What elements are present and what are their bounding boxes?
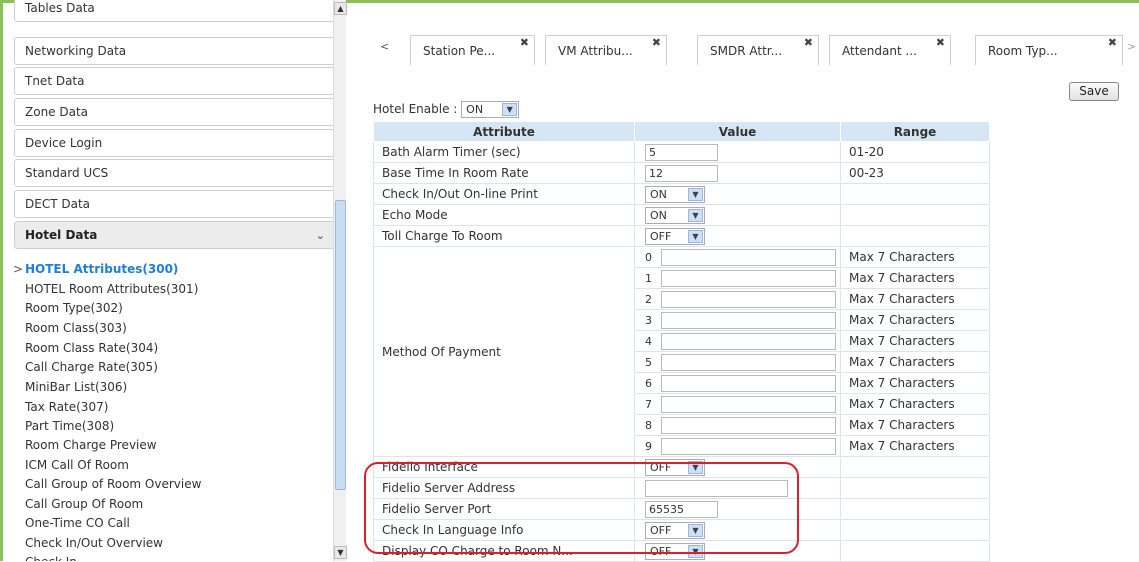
echo-mode-select[interactable]: ON ▼	[645, 206, 705, 224]
tab-prev-icon[interactable]: <	[380, 40, 389, 53]
range-label: 00-23	[840, 162, 990, 184]
chevron-down-icon: ▼	[502, 103, 518, 116]
table-row: Toll Charge To Room OFF ▼	[373, 225, 990, 247]
table-row: Method Of Payment 0 Max 7 Characters	[373, 246, 990, 457]
tab-attendant[interactable]: Attendant ... ✖	[829, 35, 951, 65]
fidelio-highlight-outline	[364, 462, 799, 554]
bath-alarm-input[interactable]: 5	[645, 143, 718, 161]
header-value: Value	[634, 121, 841, 142]
range-label: Max 7 Characters	[840, 288, 990, 310]
sub-item[interactable]: Call Group of Room Overview	[25, 474, 201, 494]
range-label: Max 7 Characters	[840, 267, 990, 289]
close-icon[interactable]: ✖	[652, 36, 661, 58]
table-row: Check In/Out On-line Print ON ▼	[373, 183, 990, 205]
scroll-up-icon[interactable]: ▲	[334, 2, 347, 15]
close-icon[interactable]: ✖	[804, 36, 813, 58]
chevron-right-icon: >	[13, 262, 24, 276]
table-row: Bath Alarm Timer (sec) 5 01-20	[373, 141, 990, 163]
sidebar-item-zone-data[interactable]: Zone Data	[14, 98, 333, 126]
sub-item[interactable]: Room Type(302)	[25, 298, 123, 318]
scroll-down-icon[interactable]: ▼	[334, 546, 347, 559]
payment-input[interactable]	[661, 290, 836, 308]
sub-item[interactable]: Room Charge Preview	[25, 435, 157, 455]
attr-label: Toll Charge To Room	[373, 225, 635, 247]
sidebar-item-dect-data[interactable]: DECT Data	[14, 190, 333, 218]
sub-item[interactable]: ICM Call Of Room	[25, 455, 129, 475]
tab-vm-attributes[interactable]: VM Attribu... ✖	[545, 35, 667, 65]
left-border	[0, 0, 3, 561]
payment-input[interactable]	[661, 269, 836, 287]
range-label: Max 7 Characters	[840, 414, 990, 436]
close-icon[interactable]: ✖	[1108, 36, 1117, 58]
scrollbar-thumb[interactable]	[335, 200, 346, 490]
payment-input[interactable]	[661, 311, 836, 329]
payment-input[interactable]	[661, 395, 836, 413]
save-button[interactable]: Save	[1069, 82, 1119, 101]
sub-item[interactable]: Tax Rate(307)	[25, 397, 108, 417]
tab-next-icon[interactable]: >	[1127, 40, 1136, 53]
close-icon[interactable]: ✖	[520, 36, 529, 58]
sidebar: Tables Data Networking Data Tnet Data Zo…	[7, 0, 333, 561]
attr-label: Base Time In Room Rate	[373, 162, 635, 184]
range-label: 01-20	[840, 141, 990, 163]
sidebar-scrollbar[interactable]: ▲ ▼	[333, 0, 347, 561]
sidebar-item-tables-data[interactable]: Tables Data	[14, 0, 333, 22]
online-print-select[interactable]: ON ▼	[645, 185, 705, 203]
table-row: Echo Mode ON ▼	[373, 204, 990, 226]
chevron-down-icon: ⌄	[315, 229, 325, 242]
close-icon[interactable]: ✖	[936, 36, 945, 58]
hotel-enable-select[interactable]: ON ▼	[461, 101, 520, 118]
header-attribute: Attribute	[373, 121, 635, 142]
range-label: Max 7 Characters	[840, 330, 990, 352]
sub-item-hotel-attributes[interactable]: > HOTEL Attributes(300)	[13, 259, 178, 279]
payment-input[interactable]	[661, 332, 836, 350]
tab-room-type[interactable]: Room Typ... ✖	[975, 35, 1123, 65]
sidebar-item-device-login[interactable]: Device Login	[14, 129, 333, 157]
hotel-enable: Hotel Enable : ON ▼	[373, 101, 520, 118]
sub-item[interactable]: Check In	[25, 552, 77, 561]
tab-bar: < Station Pe... ✖ VM Attribu... ✖ SMDR Att…	[370, 35, 1139, 67]
sub-item[interactable]: Call Charge Rate(305)	[25, 357, 158, 377]
sidebar-item-hotel-data[interactable]: Hotel Data ⌄	[14, 221, 333, 249]
sub-item[interactable]: Part Time(308)	[25, 416, 114, 436]
range-label: Max 7 Characters	[840, 372, 990, 394]
sidebar-item-networking-data[interactable]: Networking Data	[14, 37, 333, 65]
sub-item[interactable]: Call Group Of Room	[25, 494, 143, 514]
payment-input[interactable]	[661, 416, 836, 434]
payment-input[interactable]	[661, 353, 836, 371]
sub-item[interactable]: One-Time CO Call	[25, 513, 130, 533]
range-label: Max 7 Characters	[840, 393, 990, 415]
chevron-down-icon: ▼	[688, 187, 703, 201]
chevron-down-icon: ▼	[688, 208, 703, 222]
payment-input[interactable]	[661, 437, 836, 455]
range-label: Max 7 Characters	[840, 246, 990, 268]
sidebar-item-tnet-data[interactable]: Tnet Data	[14, 67, 333, 95]
tab-station[interactable]: Station Pe... ✖	[410, 35, 535, 65]
tab-smdr[interactable]: SMDR Attr... ✖	[697, 35, 819, 65]
attr-label: Echo Mode	[373, 204, 635, 226]
sub-item[interactable]: Room Class(303)	[25, 318, 127, 338]
attr-label: Bath Alarm Timer (sec)	[373, 141, 635, 163]
sub-item[interactable]: Check In/Out Overview	[25, 533, 163, 553]
sidebar-item-standard-ucs[interactable]: Standard UCS	[14, 159, 333, 187]
table-row: Base Time In Room Rate 12 00-23	[373, 162, 990, 184]
sub-item[interactable]: HOTEL Room Attributes(301)	[25, 279, 198, 299]
range-label: Max 7 Characters	[840, 435, 990, 457]
toll-charge-select[interactable]: OFF ▼	[645, 227, 705, 245]
range-label: Max 7 Characters	[840, 309, 990, 331]
range-label: Max 7 Characters	[840, 351, 990, 373]
header-range: Range	[840, 121, 990, 142]
base-time-input[interactable]: 12	[645, 164, 718, 182]
payment-input[interactable]	[661, 374, 836, 392]
attr-label: Check In/Out On-line Print	[373, 183, 635, 205]
payment-input[interactable]	[661, 248, 836, 266]
attr-label: Method Of Payment	[373, 246, 635, 457]
sub-item[interactable]: Room Class Rate(304)	[25, 338, 158, 358]
sub-item[interactable]: MiniBar List(306)	[25, 377, 127, 397]
chevron-down-icon: ▼	[688, 229, 703, 243]
